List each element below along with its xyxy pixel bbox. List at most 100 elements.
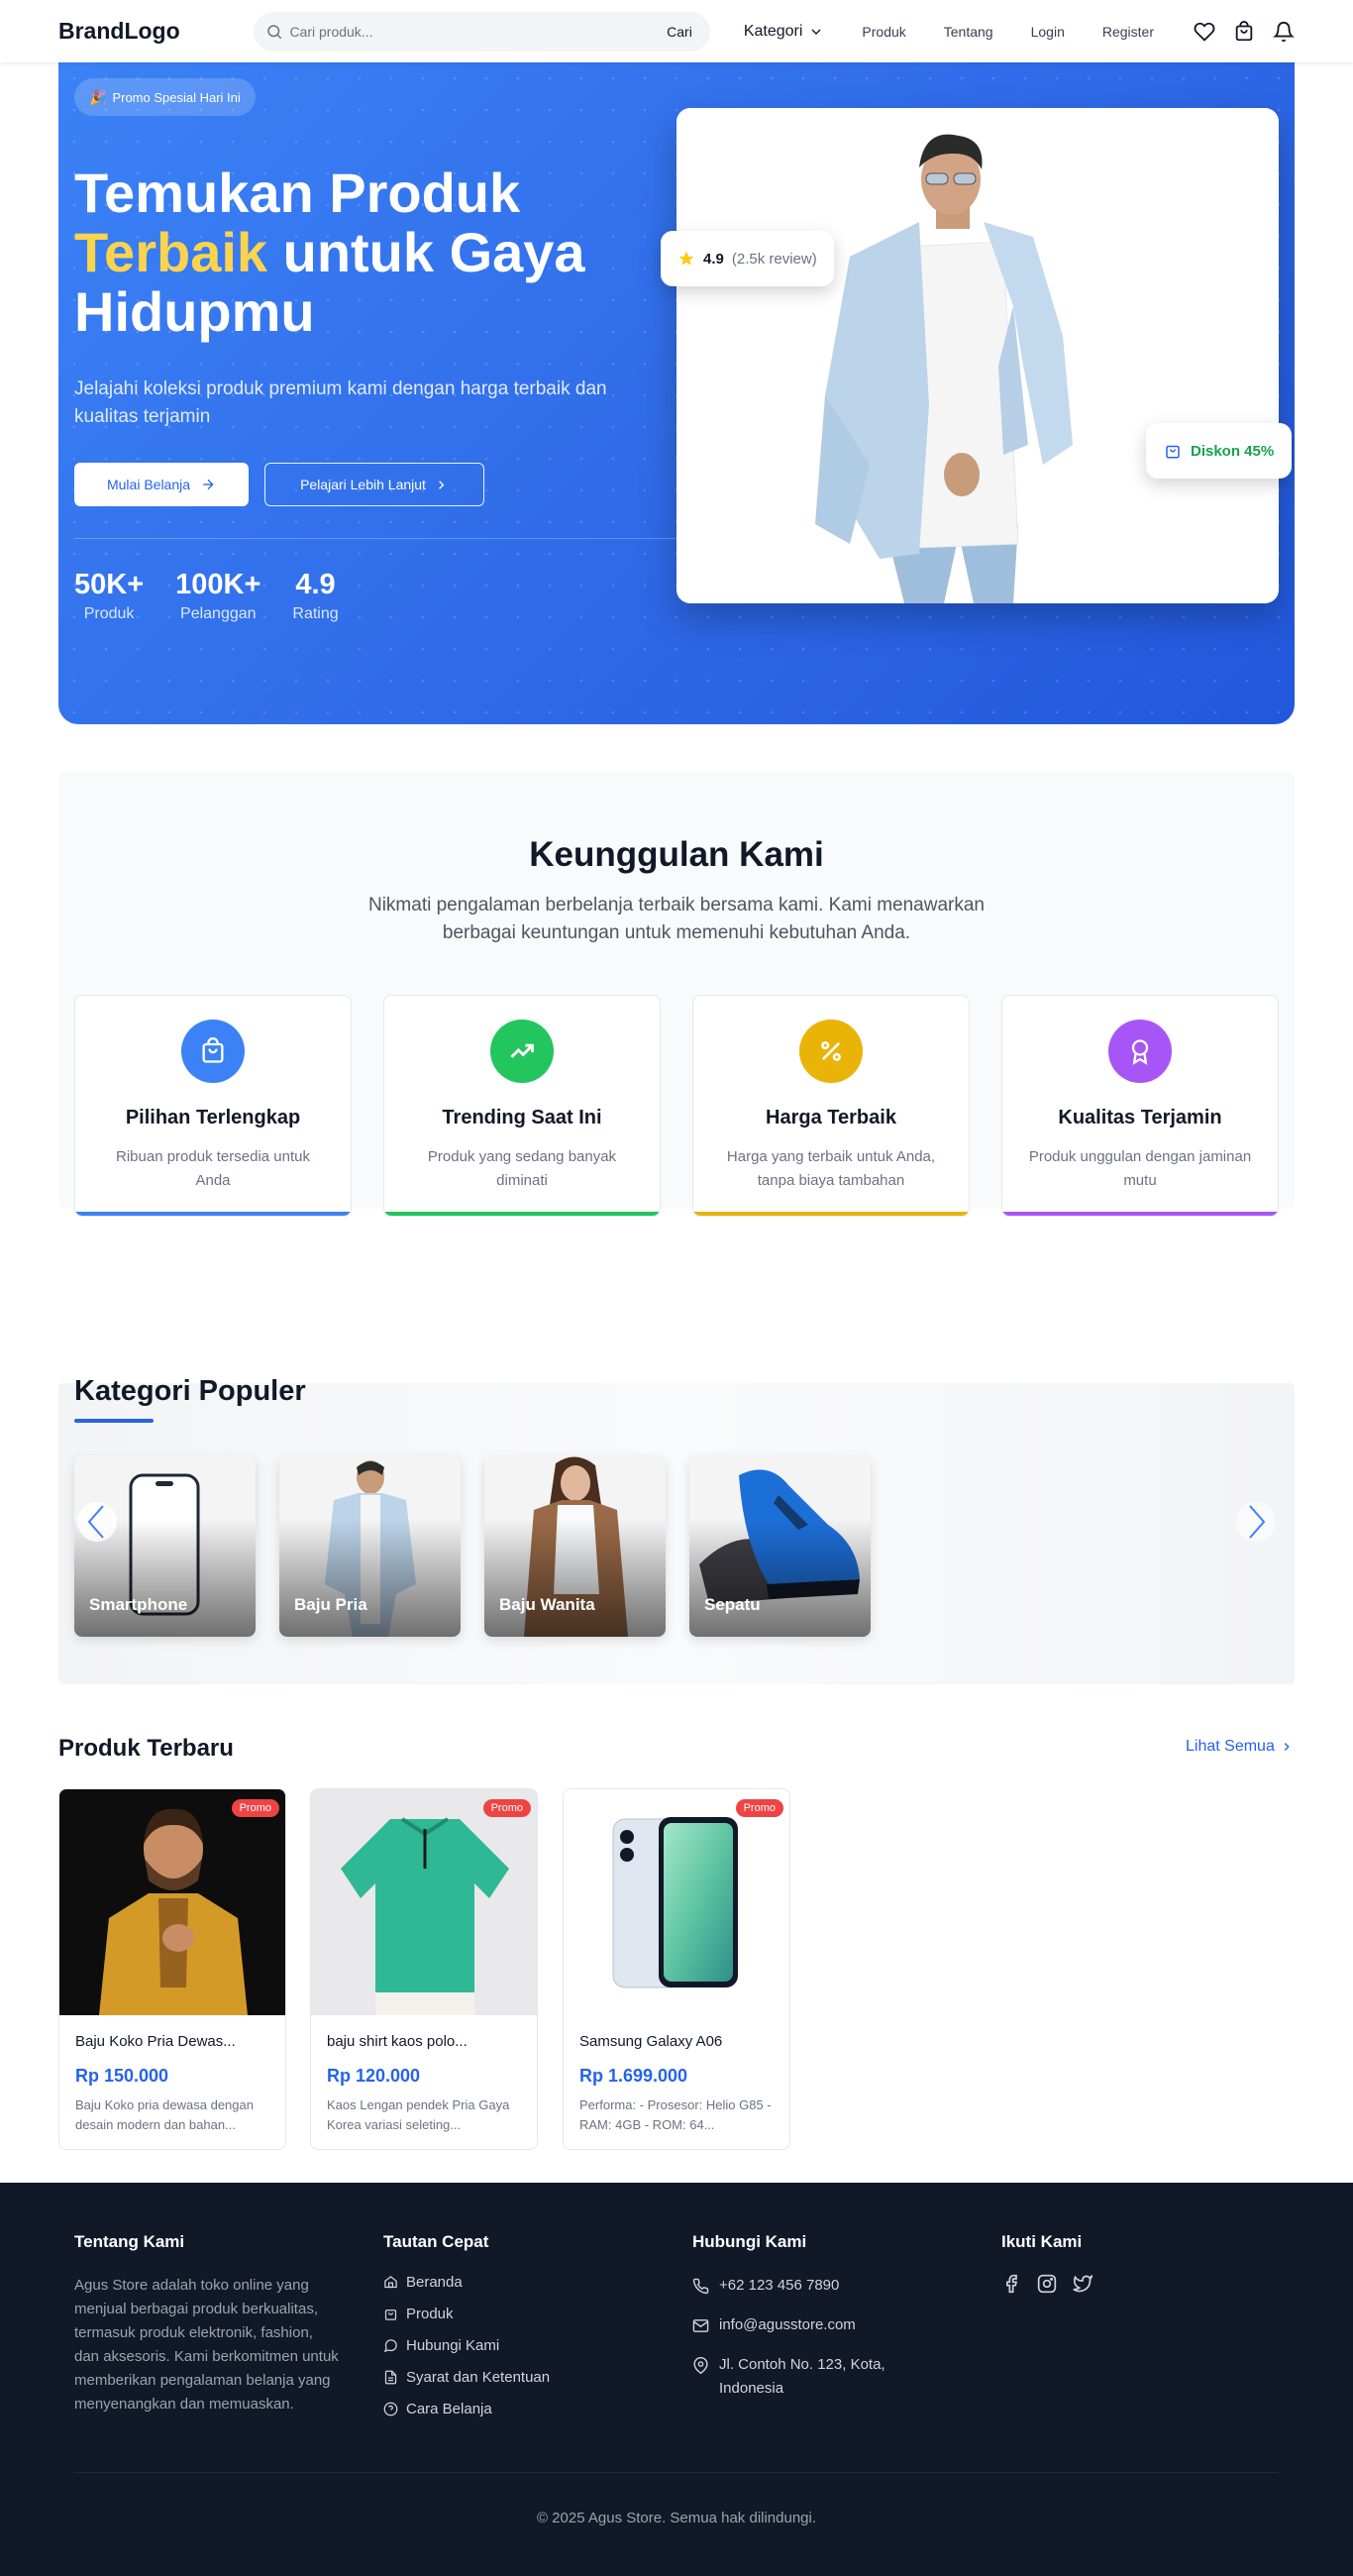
cart-icon[interactable] [1233,20,1255,43]
kategori-label: Kategori [743,22,803,40]
bell-icon[interactable] [1273,21,1295,43]
stat-rating: 4.9 Rating [292,568,338,623]
footer-link-syarat[interactable]: Syarat dan Ketentuan [383,2369,550,2386]
stat-value: 50K+ [74,569,145,600]
brand-logo[interactable]: BrandLogo [58,18,194,45]
footer-link-label: Hubungi Kami [406,2337,500,2354]
learn-more-button[interactable]: Pelajari Lebih Lanjut [264,463,484,506]
product-description: Kaos Lengan pendek Pria Gaya Korea varia… [327,2097,510,2132]
discount-label: Diskon 45% [1191,442,1275,460]
carousel-next-button[interactable] [1236,1502,1276,1542]
start-shopping-button[interactable]: Mulai Belanja [74,463,249,506]
see-all-link[interactable]: Lihat Semua [1186,1738,1294,1756]
trending-up-icon [490,1020,554,1083]
product-name: baju shirt kaos polo... [327,2033,468,2050]
carousel-prev-button[interactable] [77,1502,117,1542]
heart-icon[interactable] [1194,21,1215,43]
chevron-right-icon [1249,1505,1266,1539]
features-title: Keunggulan Kami [529,835,824,874]
promo-tag: Promo [482,1799,531,1817]
chevron-down-icon [811,29,821,35]
footer-link-cara-belanja[interactable]: Cara Belanja [383,2401,550,2417]
footer-about: Tentang Kami Agus Store adalah toko onli… [74,2232,342,2416]
arrow-right-icon [203,479,214,490]
category-card-baju-wanita[interactable]: Baju Wanita [484,1455,666,1637]
category-card-sepatu[interactable]: Sepatu [689,1455,871,1637]
search-bar: Cari [254,11,710,52]
product-card[interactable]: Promo Baju Koko Pria Dewas... Rp 150.000… [58,1788,286,2150]
product-price: Rp 1.699.000 [579,2066,688,2086]
twitter-icon[interactable] [1073,2274,1093,2294]
feature-title: Kualitas Terjamin [1058,1107,1222,1128]
footer-link-label: Cara Belanja [406,2401,492,2417]
nav-link-login[interactable]: Login [1031,24,1065,40]
product-card[interactable]: Promo Samsung Galaxy A06 Rp 1.699.000 Pe… [563,1788,790,2150]
shopping-bag-icon [384,2309,397,2320]
rating-card: 4.9 (2.5k review) [661,231,834,286]
nav-link-register[interactable]: Register [1102,24,1154,40]
promo-tag: Promo [231,1799,279,1817]
feature-desc: Ribuan produk tersedia untuk Anda [116,1148,310,1189]
hero-title: Temukan Produk Terbaik untuk Gaya Hidupm… [74,163,669,342]
message-circle-icon [383,2339,397,2353]
category-label: Baju Pria [294,1595,367,1614]
footer-divider [74,2472,1279,2473]
category-card-baju-pria[interactable]: Baju Pria [279,1455,461,1637]
star-icon [678,251,694,266]
kategori-dropdown[interactable]: Kategori [744,23,825,41]
footer-link-hubungi[interactable]: Hubungi Kami [383,2337,550,2354]
percent-icon [799,1020,863,1083]
map-pin-icon [693,2357,708,2374]
search-input[interactable] [289,23,662,40]
instagram-icon[interactable] [1037,2274,1057,2294]
footer-about-title: Tentang Kami [74,2232,185,2251]
home-icon [384,2276,397,2289]
see-all-label: Lihat Semua [1186,1738,1275,1755]
product-image: Promo [564,1789,789,2015]
footer-about-text: Agus Store adalah toko online yang menju… [74,2277,339,2413]
search-icon [267,24,282,39]
chevron-right-icon [439,480,445,489]
footer-link-beranda[interactable]: Beranda [383,2274,550,2291]
product-price: Rp 150.000 [75,2066,169,2086]
footer-quick-links: Tautan Cepat Beranda Produk Hubungi Kami… [383,2232,550,2432]
feature-accent-bar [75,1212,351,1216]
stat-label: Produk [83,605,135,622]
footer: Tentang Kami Agus Store adalah toko onli… [0,2183,1353,2576]
category-label: Baju Wanita [499,1595,595,1614]
promo-badge: 🎉 Promo Spesial Hari Ini [74,78,256,116]
feature-desc: Produk unggulan dengan jaminan mutu [1028,1148,1252,1189]
footer-phone: +62 123 456 7890 [692,2274,930,2298]
stat-produk: 50K+ Produk [74,568,144,623]
product-card[interactable]: Promo baju shirt kaos polo... Rp 120.000… [310,1788,538,2150]
facebook-icon[interactable] [1001,2274,1021,2294]
feature-card-harga: Harga Terbaik Harga yang terbaik untuk A… [692,995,970,1217]
nav-link-produk[interactable]: Produk [862,24,905,40]
product-name: Baju Koko Pria Dewas... [75,2033,236,2050]
nav-link-tentang[interactable]: Tentang [944,24,993,40]
feature-title: Harga Terbaik [766,1107,896,1128]
product-image: Promo [59,1789,285,2015]
award-icon [1108,1020,1172,1083]
category-card-smartphone[interactable]: Smartphone [74,1455,256,1637]
product-image: Promo [311,1789,537,2015]
promo-badge-label: Promo Spesial Hari Ini [112,89,241,105]
document-icon [384,2370,397,2385]
learn-more-label: Pelajari Lebih Lanjut [300,477,426,492]
social-links [1001,2274,1108,2294]
chevron-left-icon [87,1505,104,1539]
footer-link-label: Syarat dan Ketentuan [406,2369,551,2386]
footer-email[interactable]: info@agusstore.com [692,2313,930,2337]
footer-link-produk[interactable]: Produk [383,2306,550,2322]
stat-pelanggan: 100K+ Pelanggan [175,568,260,623]
footer-address: Jl. Contoh No. 123, Kota, Indonesia [692,2353,930,2401]
search-button[interactable]: Cari [661,24,698,40]
feature-card-kualitas: Kualitas Terjamin Produk unggulan dengan… [1001,995,1279,1217]
stat-value: 100K+ [175,569,261,600]
hero-divider [74,538,678,539]
copyright: © 2025 Agus Store. Semua hak dilindungi. [536,2510,817,2526]
feature-accent-bar [384,1212,660,1216]
hero-stats: 50K+ Produk 100K+ Pelanggan 4.9 Rating [74,568,370,623]
model-illustration [676,108,1279,603]
product-price: Rp 120.000 [327,2066,421,2086]
